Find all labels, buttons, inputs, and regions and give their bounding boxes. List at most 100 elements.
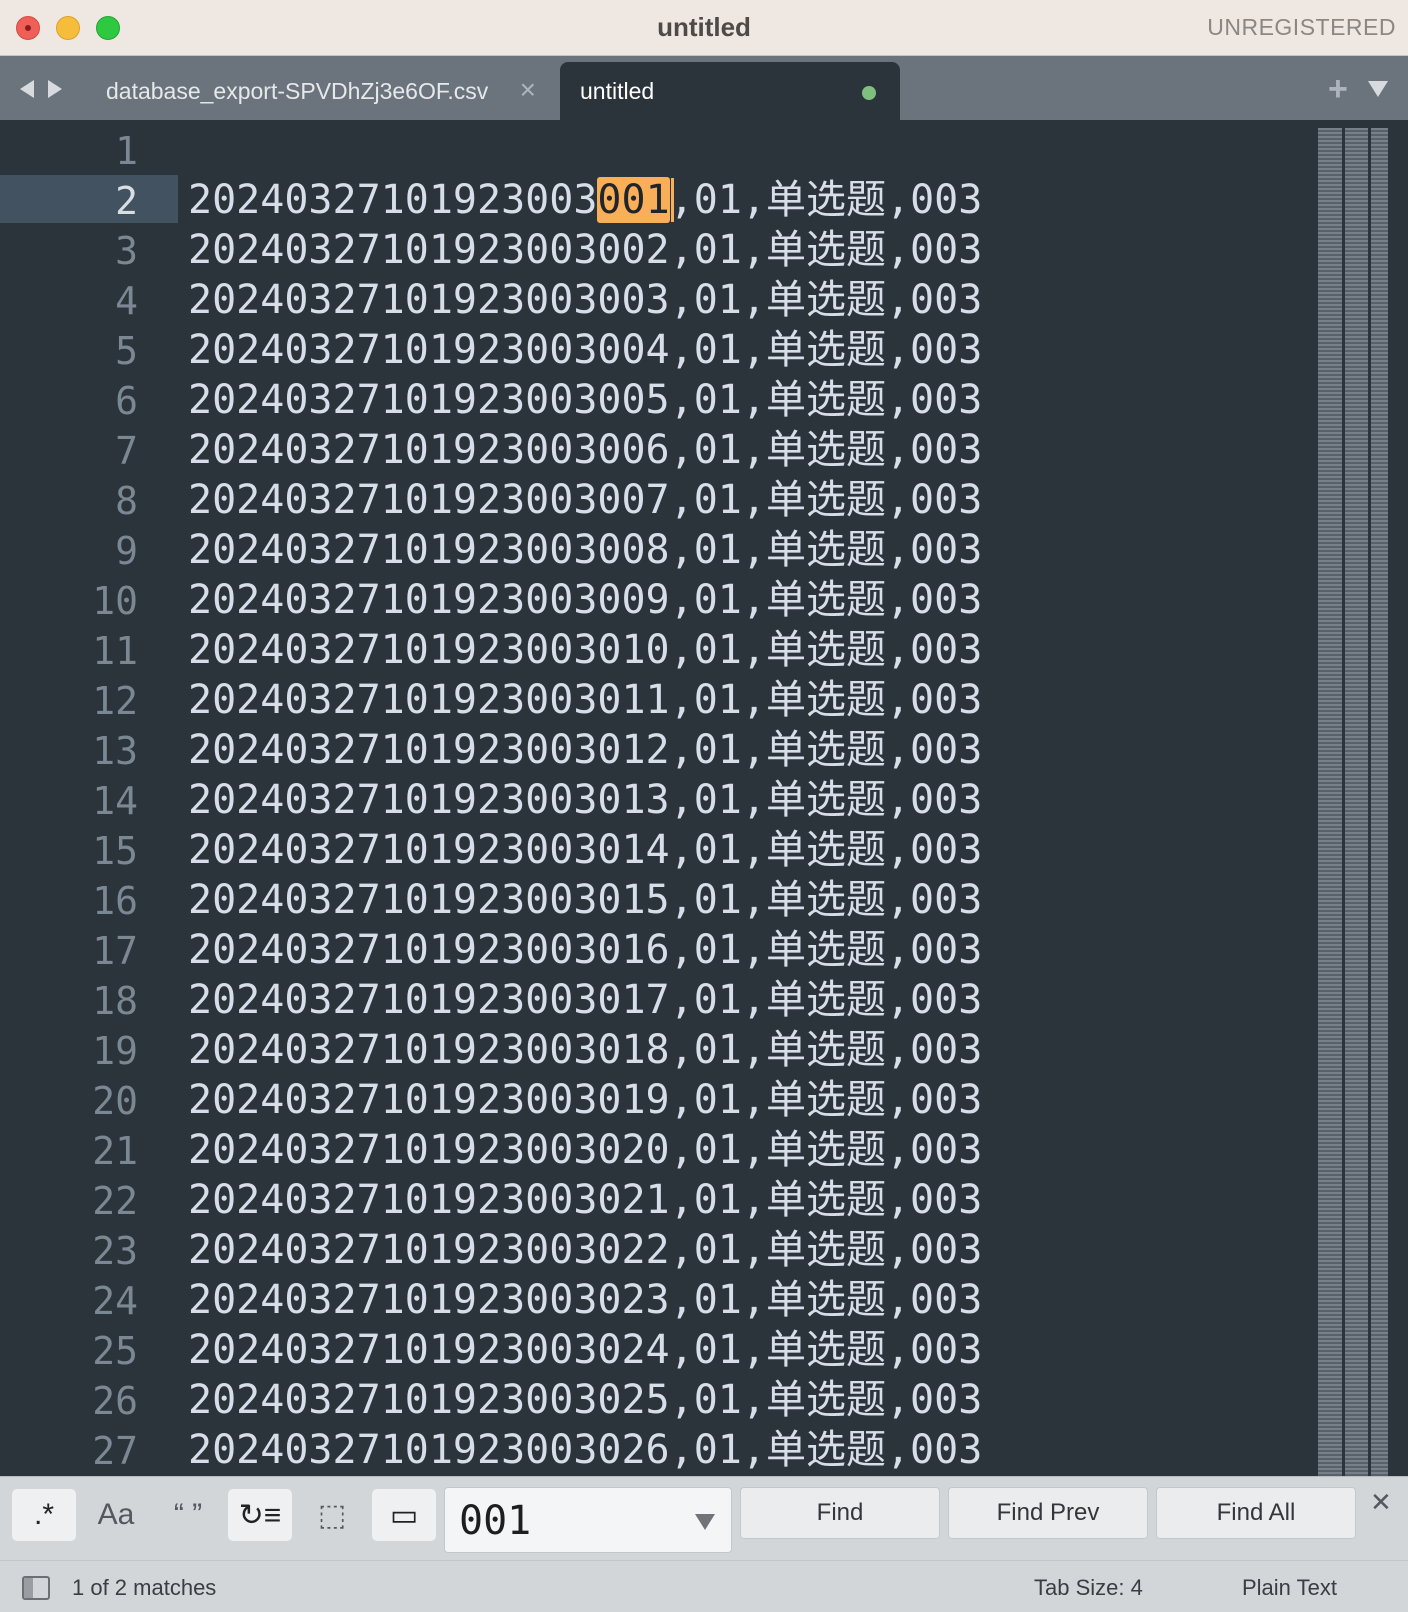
line-content[interactable]: 20240327101923003008,01,单选题,003: [188, 528, 982, 572]
line-content[interactable]: 20240327101923003004,01,单选题,003: [188, 328, 982, 372]
text-line[interactable]: 22 20240327101923003021,01,单选题,003: [0, 1175, 1300, 1225]
wrap-toggle[interactable]: ↻≡: [228, 1489, 292, 1541]
syntax-selector[interactable]: Plain Text: [1242, 1575, 1337, 1601]
text-line[interactable]: 8 20240327101923003007,01,单选题,003: [0, 475, 1300, 525]
minimap-column-gap: [1342, 128, 1345, 1476]
in-selection-toggle[interactable]: ⬚: [300, 1489, 364, 1541]
line-content[interactable]: 20240327101923003016,01,单选题,003: [188, 928, 982, 972]
line-content[interactable]: 20240327101923003017,01,单选题,003: [188, 978, 982, 1022]
text-line[interactable]: 3 20240327101923003002,01,单选题,003: [0, 225, 1300, 275]
text-line[interactable]: 9 20240327101923003008,01,单选题,003: [0, 525, 1300, 575]
text-line[interactable]: 19 20240327101923003018,01,单选题,003: [0, 1025, 1300, 1075]
line-text: 20240327101923003016,01,单选题,003: [188, 927, 983, 973]
text-line[interactable]: 11 20240327101923003010,01,单选题,003: [0, 625, 1300, 675]
line-content[interactable]: 20240327101923003005,01,单选题,003: [188, 378, 982, 422]
case-icon: Aa: [97, 1498, 135, 1531]
line-text: 20240327101923003023,01,单选题,003: [188, 1277, 983, 1323]
line-content[interactable]: 20240327101923003006,01,单选题,003: [188, 428, 982, 472]
line-content[interactable]: 20240327101923003003,01,单选题,003: [188, 278, 982, 322]
line-text: 20240327101923003025,01,单选题,003: [188, 1377, 983, 1423]
text-line[interactable]: 1: [0, 125, 1300, 175]
line-content[interactable]: 20240327101923003001,01,单选题,003: [188, 177, 982, 223]
line-content[interactable]: 20240327101923003023,01,单选题,003: [188, 1278, 982, 1322]
tab-list-dropdown-icon[interactable]: [1368, 81, 1388, 97]
line-text: 20240327101923003021,01,单选题,003: [188, 1177, 983, 1223]
text-line[interactable]: 16 20240327101923003015,01,单选题,003: [0, 875, 1300, 925]
text-line[interactable]: 26 20240327101923003025,01,单选题,003: [0, 1375, 1300, 1425]
selection-icon: ⬚: [317, 1498, 347, 1532]
line-text: 20240327101923003010,01,单选题,003: [188, 627, 983, 673]
tab-size-selector[interactable]: Tab Size: 4: [1034, 1575, 1143, 1601]
line-content[interactable]: 20240327101923003015,01,单选题,003: [188, 878, 982, 922]
case-sensitive-toggle[interactable]: Aa: [84, 1489, 148, 1541]
unsaved-dot-icon[interactable]: [862, 86, 876, 100]
line-number: 12: [92, 679, 138, 723]
text-line[interactable]: 14 20240327101923003013,01,单选题,003: [0, 775, 1300, 825]
line-number: 2: [115, 179, 138, 223]
find-all-button[interactable]: Find All: [1156, 1487, 1356, 1539]
tab-database-export[interactable]: database_export-SPVDhZj3e6OF.csv ×: [86, 62, 552, 120]
text-line[interactable]: 5 20240327101923003004,01,单选题,003: [0, 325, 1300, 375]
line-content[interactable]: 20240327101923003007,01,单选题,003: [188, 478, 982, 522]
line-content[interactable]: 20240327101923003012,01,单选题,003: [188, 728, 982, 772]
line-content[interactable]: 20240327101923003013,01,单选题,003: [188, 778, 982, 822]
line-content[interactable]: 20240327101923003024,01,单选题,003: [188, 1328, 982, 1372]
find-input[interactable]: 001: [444, 1487, 732, 1553]
sidebar-toggle-icon[interactable]: [22, 1576, 50, 1600]
tab-close-icon[interactable]: ×: [520, 74, 536, 106]
close-find-icon[interactable]: ✕: [1370, 1487, 1392, 1518]
text-line[interactable]: 2 20240327101923003001,01,单选题,003: [0, 175, 1300, 225]
find-query-text[interactable]: 001: [459, 1498, 531, 1544]
line-content[interactable]: 20240327101923003014,01,单选题,003: [188, 828, 982, 872]
line-text: 20240327101923003006,01,单选题,003: [188, 427, 983, 473]
line-content[interactable]: 20240327101923003020,01,单选题,003: [188, 1128, 982, 1172]
forward-arrow-icon[interactable]: [48, 80, 62, 98]
line-content[interactable]: 20240327101923003018,01,单选题,003: [188, 1028, 982, 1072]
line-content[interactable]: 20240327101923003002,01,单选题,003: [188, 228, 982, 272]
text-line[interactable]: 4 20240327101923003003,01,单选题,003: [0, 275, 1300, 325]
text-line[interactable]: 6 20240327101923003005,01,单选题,003: [0, 375, 1300, 425]
line-text: 20240327101923003026,01,单选题,003: [188, 1427, 983, 1473]
text-line[interactable]: 15 20240327101923003014,01,单选题,003: [0, 825, 1300, 875]
text-line[interactable]: 10 20240327101923003009,01,单选题,003: [0, 575, 1300, 625]
regex-toggle[interactable]: .*: [12, 1489, 76, 1541]
text-line[interactable]: 13 20240327101923003012,01,单选题,003: [0, 725, 1300, 775]
line-content[interactable]: 20240327101923003011,01,单选题,003: [188, 678, 982, 722]
editor-area[interactable]: 1 2 20240327101923003001,01,单选题,003 3 202403…: [0, 120, 1408, 1476]
tab-untitled[interactable]: untitled: [560, 62, 900, 120]
line-number: 26: [92, 1379, 138, 1423]
text-line[interactable]: 17 20240327101923003016,01,单选题,003: [0, 925, 1300, 975]
line-content[interactable]: 20240327101923003010,01,单选题,003: [188, 628, 982, 672]
line-text: 20240327101923003013,01,单选题,003: [188, 777, 983, 823]
line-content[interactable]: 20240327101923003022,01,单选题,003: [188, 1228, 982, 1272]
line-text: 20240327101923003012,01,单选题,003: [188, 727, 983, 773]
find-button[interactable]: Find: [740, 1487, 940, 1539]
minimap-viewport[interactable]: [1318, 128, 1388, 1476]
text-line[interactable]: 20 20240327101923003019,01,单选题,003: [0, 1075, 1300, 1125]
line-content[interactable]: 20240327101923003025,01,单选题,003: [188, 1378, 982, 1422]
text-lines[interactable]: 1 2 20240327101923003001,01,单选题,003 3 202403…: [0, 125, 1300, 1475]
line-content[interactable]: 20240327101923003026,01,单选题,003: [188, 1428, 982, 1472]
new-tab-plus-icon[interactable]: +: [1328, 70, 1348, 109]
highlight-matches-toggle[interactable]: ▭: [372, 1489, 436, 1541]
back-arrow-icon[interactable]: [20, 80, 34, 98]
line-number: 9: [115, 529, 138, 573]
text-line[interactable]: 18 20240327101923003017,01,单选题,003: [0, 975, 1300, 1025]
line-number: 19: [92, 1029, 138, 1073]
line-number: 22: [92, 1179, 138, 1223]
text-line[interactable]: 25 20240327101923003024,01,单选题,003: [0, 1325, 1300, 1375]
text-line[interactable]: 21 20240327101923003020,01,单选题,003: [0, 1125, 1300, 1175]
text-line[interactable]: 27 20240327101923003026,01,单选题,003: [0, 1425, 1300, 1475]
text-line[interactable]: 7 20240327101923003006,01,单选题,003: [0, 425, 1300, 475]
line-number: 20: [92, 1079, 138, 1123]
history-dropdown-icon[interactable]: [695, 1514, 715, 1530]
line-content[interactable]: 20240327101923003009,01,单选题,003: [188, 578, 982, 622]
line-number: 14: [92, 779, 138, 823]
text-line[interactable]: 12 20240327101923003011,01,单选题,003: [0, 675, 1300, 725]
text-line[interactable]: 23 20240327101923003022,01,单选题,003: [0, 1225, 1300, 1275]
line-content[interactable]: 20240327101923003021,01,单选题,003: [188, 1178, 982, 1222]
line-content[interactable]: 20240327101923003019,01,单选题,003: [188, 1078, 982, 1122]
find-prev-button[interactable]: Find Prev: [948, 1487, 1148, 1539]
whole-word-toggle[interactable]: “ ”: [156, 1489, 220, 1541]
text-line[interactable]: 24 20240327101923003023,01,单选题,003: [0, 1275, 1300, 1325]
